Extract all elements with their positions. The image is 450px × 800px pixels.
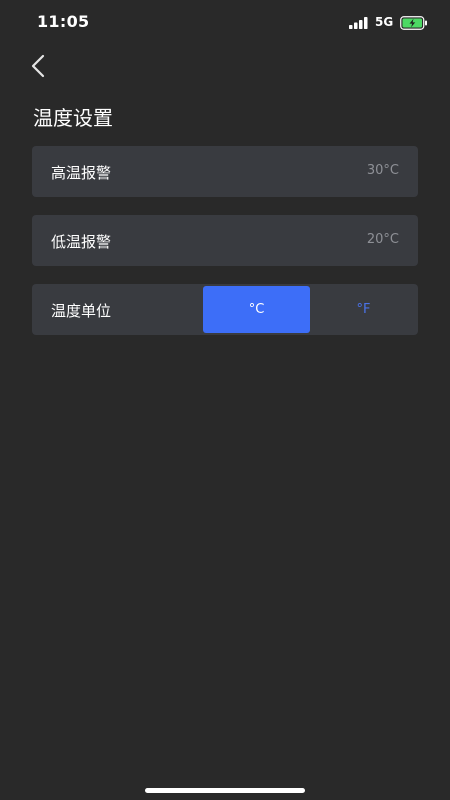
back-button[interactable] <box>24 50 54 82</box>
status-bar: 11:05 5G <box>0 0 450 44</box>
high-temperature-alarm-value: 30°C <box>366 163 399 178</box>
signal-bars-icon <box>349 15 369 29</box>
chevron-left-icon <box>31 54 45 78</box>
battery-charging-icon <box>400 15 428 30</box>
low-temperature-alarm-label: 低温报警 <box>51 233 112 251</box>
status-time: 11:05 <box>37 12 90 31</box>
high-temperature-alarm-row[interactable]: 高温报警 30°C <box>32 146 418 197</box>
high-temperature-alarm-label: 高温报警 <box>51 164 112 182</box>
temperature-unit-row: 温度单位 °C °F <box>32 284 418 335</box>
page-title: 温度设置 <box>33 106 113 130</box>
fahrenheit-option-button[interactable]: °F <box>310 286 417 333</box>
temperature-unit-label: 温度单位 <box>51 302 112 320</box>
home-indicator <box>145 788 305 793</box>
low-temperature-alarm-value: 20°C <box>366 232 399 247</box>
low-temperature-alarm-row[interactable]: 低温报警 20°C <box>32 215 418 266</box>
celsius-option-button[interactable]: °C <box>203 286 310 333</box>
network-type-label: 5G <box>375 15 394 29</box>
